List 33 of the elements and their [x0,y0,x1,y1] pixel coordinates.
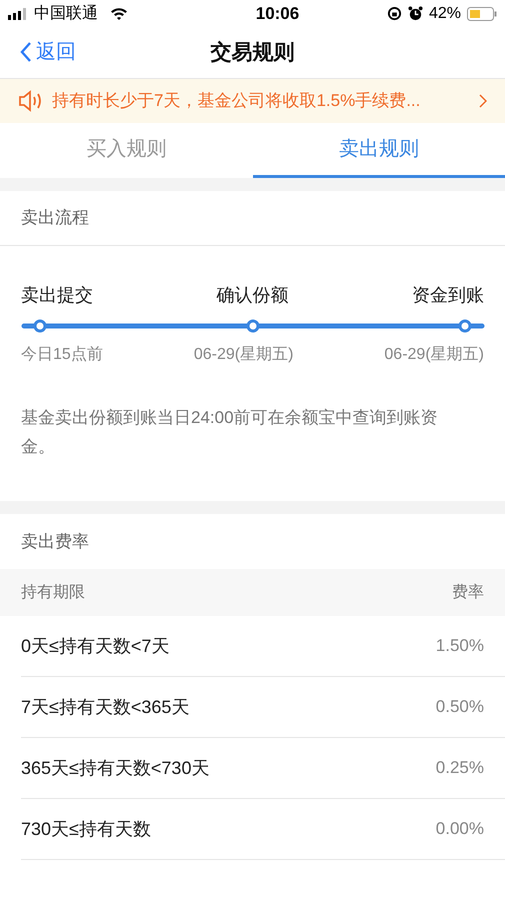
wifi-icon [110,7,128,20]
clock: 10:06 [256,2,300,25]
table-cell-text: 0天≤持有天数<7天 [21,634,170,658]
page-title: 交易规则 [210,40,294,66]
alarm-icon [408,6,423,22]
column-header: 费率 [452,582,484,603]
back-chevron-icon [20,41,32,64]
step-label: 资金到账 [412,284,484,308]
step-time: 06-29(星期五) [384,345,484,366]
column-header: 持有期限 [21,582,85,603]
chevron-right-icon [479,94,487,108]
table-cell-text: 730天≤持有天数 [21,818,151,841]
table-cell-text: 0.50% [436,696,484,718]
step-time: 06-29(星期五) [194,345,294,366]
section-title: 卖出流程 [21,207,89,230]
notice-banner[interactable]: 持有时长少于7天，基金公司将收取1.5%手续费... [0,78,505,124]
table-cell-text: 365天≤持有天数<730天 [21,756,210,780]
back-button[interactable]: 返回 [0,37,76,68]
step-time: 今日15点前 [21,344,103,366]
section-title: 卖出费率 [21,530,89,553]
table-cell-text: 0.00% [436,818,484,840]
table-cell-text: 1.50% [436,635,484,658]
table-cell-text: 0.25% [436,757,484,780]
carrier-name: 中国联通 [34,4,98,24]
battery-icon [466,6,497,21]
tab[interactable]: 买入规则 [0,123,252,178]
battery-percent: 42% [428,4,461,24]
step-label: 卖出提交 [21,284,93,308]
step-label: 确认份额 [216,284,288,308]
info-note: 基金卖出份额到账当日24:00前可在余额宝中查询到账资金。 [21,407,439,458]
tab[interactable]: 卖出规则 [252,123,505,178]
table-cell-text: 7天≤持有天数<365天 [21,696,190,719]
speaker-icon [18,90,44,112]
